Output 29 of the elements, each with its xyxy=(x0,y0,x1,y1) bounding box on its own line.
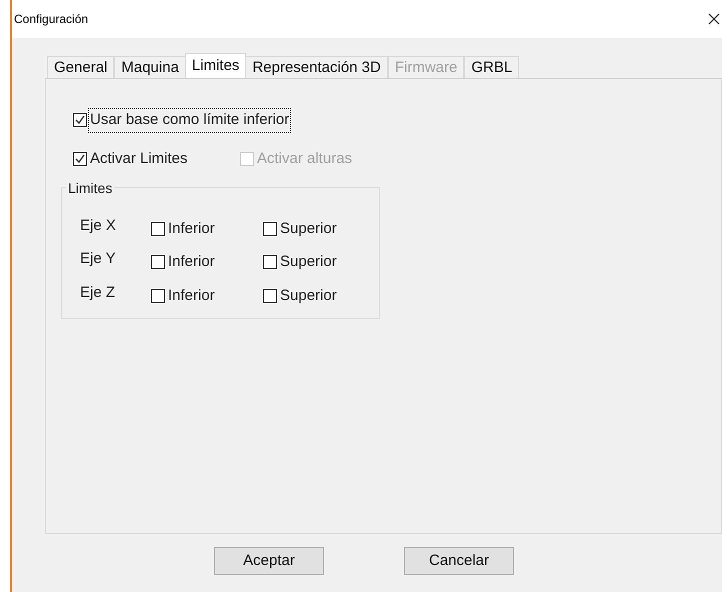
checkbox[interactable]: Superior xyxy=(263,284,338,307)
dialog-button[interactable]: Aceptar xyxy=(214,547,324,575)
checkbox[interactable]: Activar Limites xyxy=(73,148,240,170)
checkbox-square-icon xyxy=(263,288,277,303)
tab[interactable]: Representación 3D xyxy=(245,56,388,78)
checkbox-square-icon xyxy=(151,222,165,236)
checkbox[interactable]: Inferior xyxy=(151,251,263,274)
checkmark-icon xyxy=(73,113,87,128)
checkbox[interactable]: Usar base como límite inferior xyxy=(73,109,290,132)
checkbox-square-icon xyxy=(263,255,277,270)
tab[interactable]: Maquina xyxy=(114,56,186,78)
axis-label: Eje Y xyxy=(80,249,117,269)
checkbox-square-icon xyxy=(240,152,254,166)
checkbox[interactable]: Inferior xyxy=(151,284,263,307)
tab[interactable]: Limites xyxy=(184,53,246,78)
checkbox-square-icon xyxy=(263,222,277,236)
checkbox[interactable]: Inferior xyxy=(151,218,263,240)
dialog-button[interactable]: Cancelar xyxy=(404,547,514,575)
axis-label: Eje Z xyxy=(80,282,116,302)
checkmark-icon xyxy=(73,152,87,166)
tab[interactable]: GRBL xyxy=(464,56,520,78)
checkbox[interactable]: Superior xyxy=(263,218,338,240)
checkbox-square-icon xyxy=(151,255,165,270)
close-icon[interactable] xyxy=(708,13,720,25)
axis-label: Eje X xyxy=(80,216,117,236)
window-title: Configuración xyxy=(14,11,88,28)
tab[interactable]: General xyxy=(47,56,114,78)
checkbox[interactable]: Superior xyxy=(263,251,338,274)
checkbox-square-icon xyxy=(151,288,165,303)
